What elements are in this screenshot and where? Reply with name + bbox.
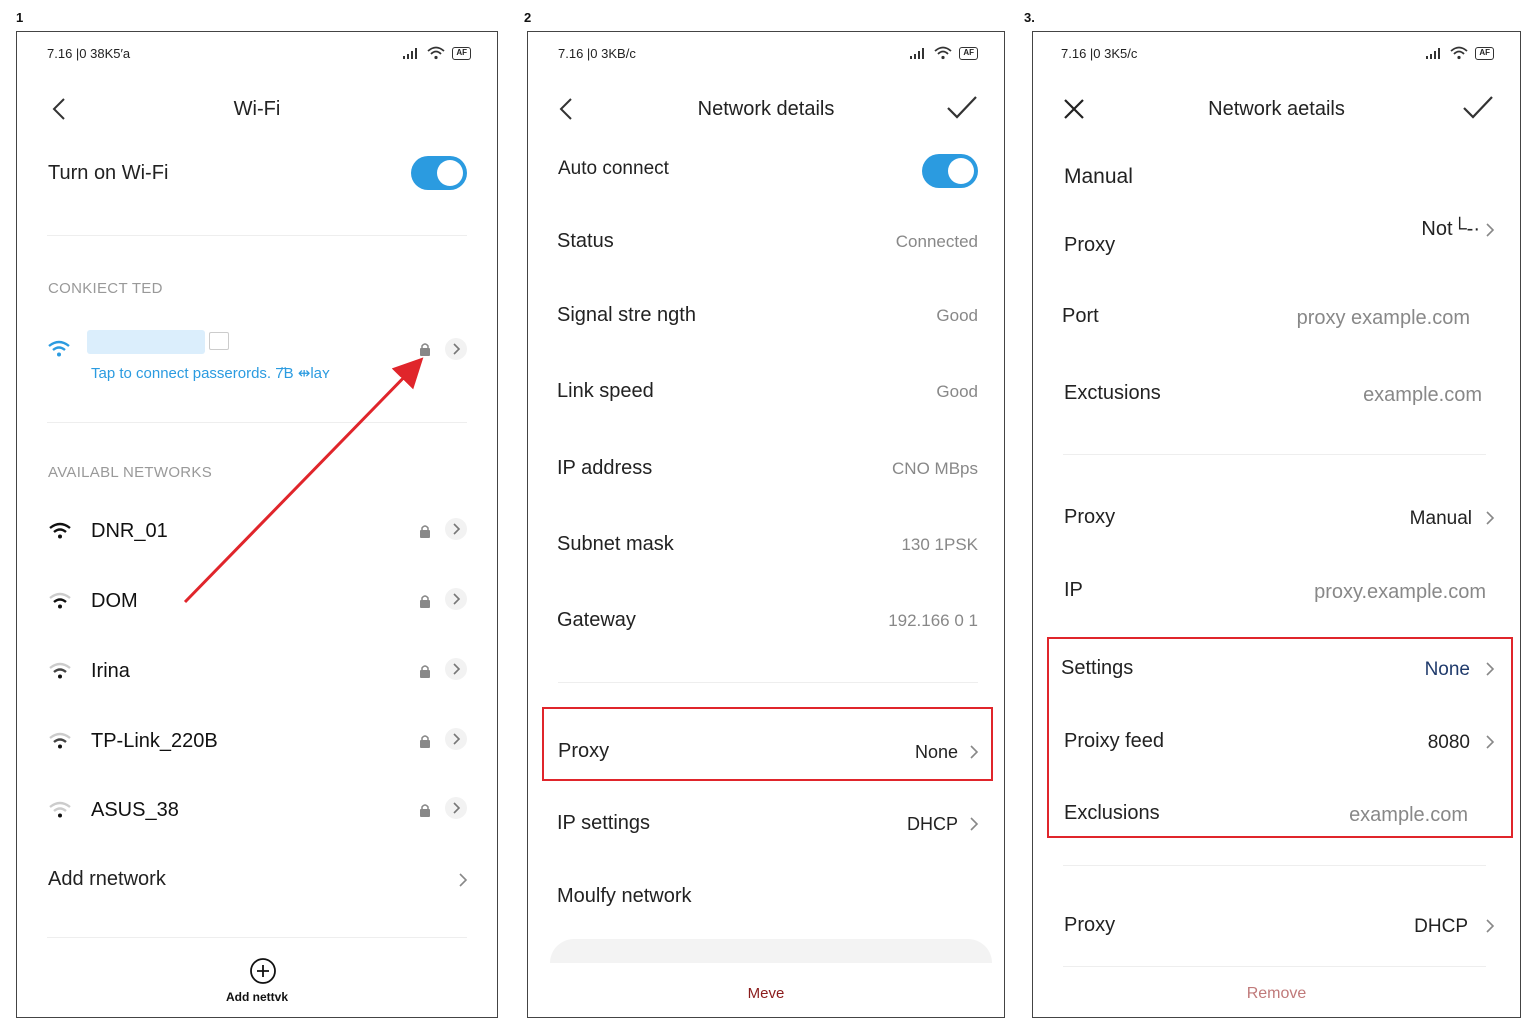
phone-screen-wifi: 7.16 |0 38K5′a AF Wi-Fi Turn on Wi-Fi CO… <box>16 31 498 1018</box>
page-title: Network aetails <box>1208 98 1345 120</box>
step-number-1: 1 <box>16 10 24 25</box>
divider <box>558 682 978 683</box>
detail-label: Link speed <box>557 380 654 402</box>
phone-screen-network-details: 7.16 |0 3KB/c AF Network details Auto co… <box>527 31 1005 1018</box>
divider <box>1063 966 1486 967</box>
settings-value: None <box>1424 659 1470 680</box>
phone-screen-proxy-settings: 7.16 |0 3K5/c AF Network aetails Manual … <box>1032 31 1521 1018</box>
ip-settings-value: DHCP <box>906 814 958 834</box>
checkmark-icon[interactable] <box>944 92 980 124</box>
checkmark-icon[interactable] <box>1460 92 1496 124</box>
auto-connect-label: Auto connect <box>558 158 669 179</box>
move-button[interactable]: Meve <box>528 985 1004 1002</box>
proxy-dhcp-value: DHCP <box>1414 916 1468 937</box>
detail-row-gateway: Gateway 192.166 0 1 <box>528 601 1004 641</box>
chevron-right-icon <box>970 817 979 831</box>
exclusions-value: example.com <box>1363 384 1482 406</box>
settings-label: Settings <box>1061 657 1134 679</box>
proxy-port-label: Proixy feed <box>1064 730 1165 752</box>
manual-heading: Manual <box>1064 165 1133 188</box>
wifi-status-icon <box>934 46 952 60</box>
port-label: Port <box>1062 305 1099 327</box>
divider <box>1063 454 1486 455</box>
ip-label: IP <box>1064 579 1083 601</box>
detail-row-status: Status Connected <box>528 222 1004 262</box>
proxy-mode-label: Proxy <box>1064 506 1116 528</box>
proxy-port-value: 8080 <box>1427 732 1470 753</box>
proxy-mode-row[interactable]: Proxy Manual <box>1033 498 1520 538</box>
auto-connect-toggle[interactable] <box>922 154 978 188</box>
detail-value: CNO MBps <box>892 459 978 478</box>
detail-row-link-speed: Link speed Good <box>528 372 1004 412</box>
bottom-sheet-edge <box>550 939 992 963</box>
proxy-dhcp-label: Proxy <box>1064 914 1116 936</box>
settings-row[interactable]: Settings None <box>1033 649 1520 689</box>
detail-label: IP address <box>557 457 653 479</box>
wifi-status-icon <box>1450 46 1468 60</box>
proxy-label: Proxy <box>1064 234 1116 256</box>
exclusions-row[interactable]: Exctusions example.com <box>1033 374 1520 414</box>
proxy-hostname-row[interactable]: Proxy Not└‐· <box>1033 218 1520 266</box>
detail-row-ip-address: IP address CNO MBps <box>528 449 1004 489</box>
detail-value: Good <box>936 306 978 325</box>
step-number-3: 3. <box>1024 10 1035 25</box>
ip-settings-label: IP settings <box>557 812 651 834</box>
status-time: 7.16 |0 3K5/c <box>1061 46 1138 61</box>
chevron-right-icon <box>1486 919 1495 933</box>
bypass-exclusions-row[interactable]: Exclusions example.com <box>1033 794 1520 834</box>
chevron-right-icon <box>1486 511 1495 525</box>
highlight-box-proxy <box>542 707 993 781</box>
proxy-port-row[interactable]: Proixy feed 8080 <box>1033 722 1520 762</box>
proxy-dhcp-row[interactable]: Proxy DHCP <box>1033 906 1520 946</box>
proxy-mode-value: Manual <box>1409 508 1472 529</box>
battery-icon: AF <box>959 46 978 60</box>
detail-value: Connected <box>895 232 978 251</box>
modify-network-label: Moulfy network <box>557 885 692 907</box>
page-title: Network details <box>697 98 835 120</box>
chevron-right-icon <box>1486 735 1495 749</box>
detail-value: 130 1PSK <box>901 535 978 554</box>
battery-icon: AF <box>1475 46 1494 60</box>
signal-icon <box>910 48 925 59</box>
port-value: proxy example.com <box>1296 307 1470 329</box>
bypass-exclusions-label: Exclusions <box>1064 802 1160 824</box>
detail-value: 192.166 0 1 <box>888 611 978 630</box>
auto-connect-row[interactable]: Auto connect <box>528 150 1004 190</box>
divider <box>1063 865 1486 866</box>
modify-network-row[interactable]: Moulfy network <box>528 877 1004 917</box>
remove-button[interactable]: Remove <box>1033 985 1520 1003</box>
ip-row[interactable]: IP proxy.example.com <box>1033 571 1520 611</box>
status-bar: 7.16 |0 3KB/c AF <box>528 46 1004 64</box>
signal-icon <box>1426 48 1441 59</box>
detail-value: Good <box>936 382 978 401</box>
manual-heading-row: Manual <box>1033 157 1520 197</box>
red-arrow-annotation <box>183 357 424 604</box>
detail-label: Status <box>557 230 614 252</box>
chevron-right-icon <box>1486 223 1495 237</box>
status-bar: 7.16 |0 3K5/c AF <box>1033 46 1520 64</box>
detail-label: Subnet mask <box>557 533 674 555</box>
ip-value: proxy.example.com <box>1314 581 1486 603</box>
proxy-value: Not└‐· <box>1421 218 1480 240</box>
detail-row-subnet: Subnet mask 130 1PSK <box>528 525 1004 565</box>
status-time: 7.16 |0 3KB/c <box>558 46 636 61</box>
exclusions-label: Exctusions <box>1064 382 1161 404</box>
ip-settings-row[interactable]: IP settings DHCP <box>528 804 1004 844</box>
detail-row-signal: Signal stre ngth Good <box>528 296 1004 336</box>
detail-label: Signal stre ngth <box>557 304 696 326</box>
bypass-exclusions-value: example.com <box>1349 804 1468 826</box>
chevron-right-icon <box>1486 662 1495 676</box>
step-number-2: 2 <box>524 10 532 25</box>
detail-label: Gateway <box>557 609 636 631</box>
port-row[interactable]: Port proxy example.com <box>1033 297 1520 337</box>
